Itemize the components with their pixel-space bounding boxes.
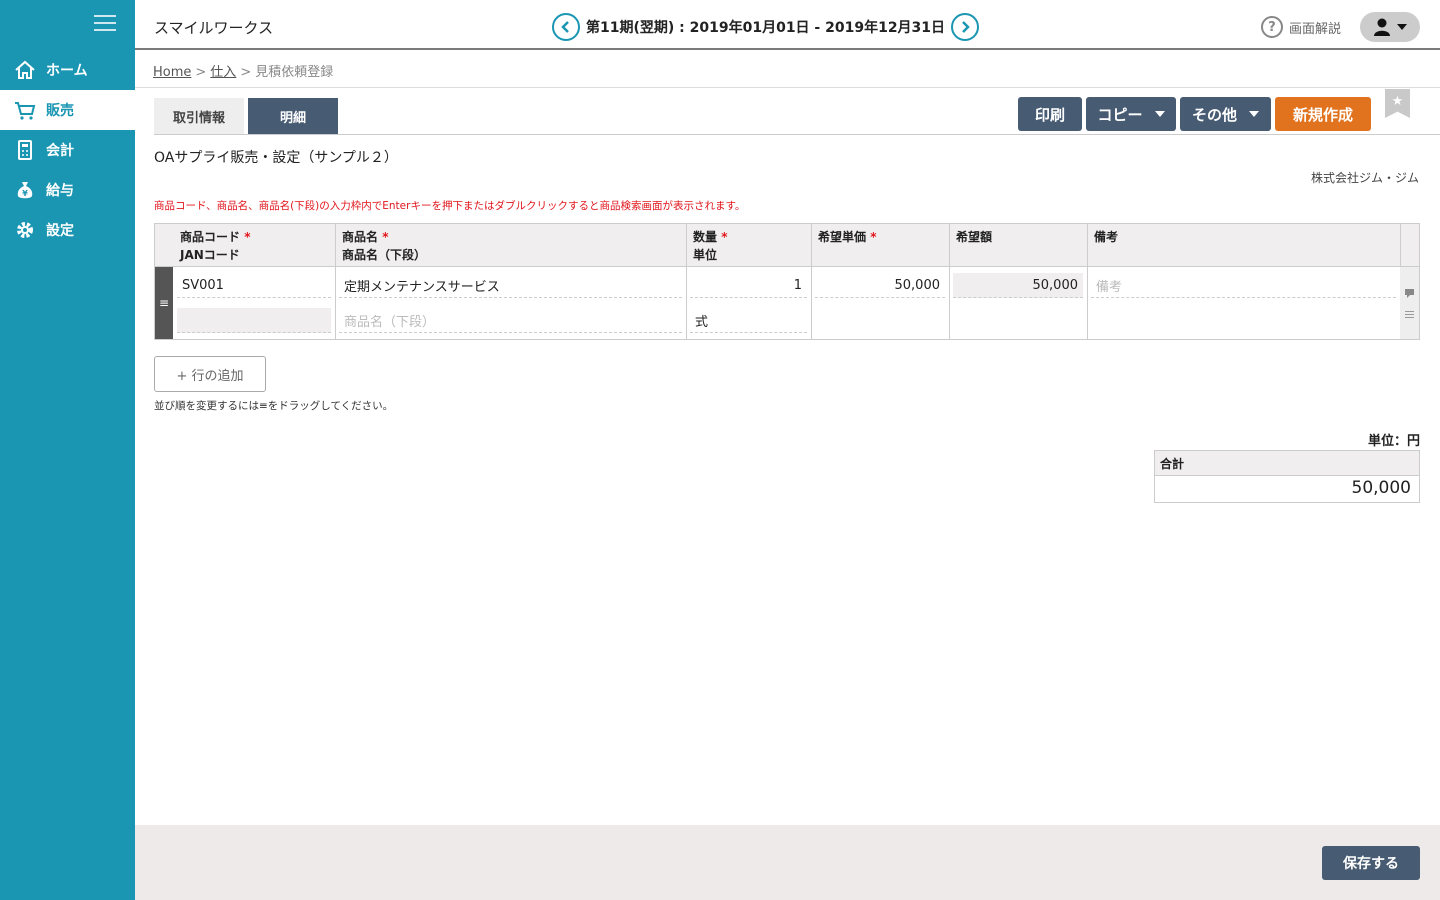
period-selector: 第11期(翌期) : 2019年01月01日 - 2019年12月31日: [552, 13, 980, 41]
gear-icon: [14, 219, 36, 241]
tab-transaction-info[interactable]: 取引情報: [154, 98, 244, 134]
comment-icon[interactable]: [1405, 289, 1414, 298]
tab-detail[interactable]: 明細: [248, 98, 338, 134]
header-unit-price: 希望単価 *: [818, 230, 877, 244]
caret-down-icon: [1154, 111, 1165, 117]
sidebar-item-settings[interactable]: 設定: [0, 210, 135, 250]
drag-note: 並び順を変更するには≡をドラッグしてください。: [154, 400, 394, 412]
copy-button[interactable]: コピー: [1086, 97, 1176, 131]
chevron-left-icon: [561, 21, 569, 33]
breadcrumb-current: 見積依頼登録: [255, 65, 334, 80]
caret-down-icon: [1397, 24, 1407, 30]
print-button[interactable]: 印刷: [1018, 97, 1082, 131]
money-bag-icon: ¥: [14, 179, 36, 201]
other-button[interactable]: その他: [1180, 97, 1271, 131]
amount-value: 50,000: [953, 273, 1083, 298]
header-memo: 備考: [1094, 230, 1119, 244]
cart-icon: [14, 99, 36, 121]
new-create-button[interactable]: 新規作成: [1275, 97, 1371, 131]
breadcrumb-home-link[interactable]: Home: [153, 65, 191, 80]
divider: [135, 87, 1440, 88]
app-title: スマイルワークス: [154, 19, 274, 37]
sidebar-item-accounting[interactable]: 会計: [0, 130, 135, 170]
divider: [154, 134, 1440, 135]
breadcrumb: Home > 仕入 > 見積依頼登録: [153, 65, 334, 80]
home-icon: [14, 59, 36, 81]
calculator-icon: [14, 139, 36, 161]
header-amount: 希望額: [956, 230, 993, 244]
product-code-input[interactable]: SV001: [177, 273, 331, 298]
memo-input[interactable]: 備考: [1091, 273, 1396, 298]
add-row-button[interactable]: + 行の追加: [154, 356, 266, 392]
save-button[interactable]: 保存する: [1322, 846, 1420, 880]
chevron-right-icon: [962, 21, 970, 33]
unit-input[interactable]: 式: [690, 308, 807, 333]
jan-code-input[interactable]: [177, 308, 331, 333]
product-name-sub-input[interactable]: 商品名（下段）: [339, 308, 682, 333]
breadcrumb-section-link[interactable]: 仕入: [210, 65, 236, 80]
sidebar-item-label: 給与: [46, 183, 74, 199]
sidebar-item-label: 設定: [46, 223, 74, 239]
bookmark-star-icon[interactable]: ★: [1385, 89, 1410, 118]
hamburger-menu-icon[interactable]: [94, 15, 116, 33]
total-label: 合計: [1155, 451, 1419, 476]
total-value: 50,000: [1351, 478, 1411, 498]
help-label: 画面解説: [1289, 21, 1342, 37]
company-name: 株式会社ジム・ジム: [1310, 171, 1419, 185]
header-qty: 数量 * 単位: [693, 230, 728, 262]
product-name-input[interactable]: 定期メンテナンスサービス: [339, 273, 682, 298]
sidebar: ホーム 販売 会計 ¥ 給与 設定: [0, 0, 135, 900]
user-menu-button[interactable]: [1360, 12, 1420, 42]
sidebar-item-payroll[interactable]: ¥ 給与: [0, 170, 135, 210]
sidebar-item-label: 販売: [46, 103, 74, 119]
unit-price-input[interactable]: 50,000: [815, 273, 945, 298]
header: スマイルワークス 第11期(翌期) : 2019年01月01日 - 2019年1…: [135, 0, 1440, 50]
help-link[interactable]: ? 画面解説: [1261, 16, 1341, 38]
sidebar-item-sales[interactable]: 販売: [0, 90, 135, 130]
sidebar-item-label: ホーム: [46, 63, 88, 79]
menu-lines-icon[interactable]: [1405, 311, 1414, 318]
document-title: OAサプライ販売・設定（サンプル２）: [154, 150, 398, 166]
prev-period-button[interactable]: [552, 13, 580, 41]
caret-down-icon: [1249, 111, 1259, 117]
quantity-input[interactable]: 1: [690, 273, 807, 298]
user-icon: [1374, 18, 1390, 36]
drag-handle-icon[interactable]: ≡: [155, 267, 173, 339]
next-period-button[interactable]: [951, 13, 980, 41]
row-actions: [1400, 267, 1419, 339]
unit-label: 単位：円: [1367, 434, 1420, 449]
sidebar-item-home[interactable]: ホーム: [0, 50, 135, 90]
svg-text:¥: ¥: [22, 189, 28, 198]
header-name: 商品名 * 商品名（下段）: [342, 230, 427, 262]
footer-bar: [135, 825, 1440, 900]
period-label: 第11期(翌期) : 2019年01月01日 - 2019年12月31日: [586, 20, 946, 36]
header-code: 商品コード * JANコード: [180, 230, 251, 262]
total-box: 合計 50,000: [1154, 450, 1420, 503]
detail-table: 商品コード * JANコード 商品名 * 商品名（下段） 数量 * 単位 希望単…: [154, 223, 1420, 340]
question-icon: ?: [1261, 16, 1283, 38]
search-notice: 商品コード、商品名、商品名(下段)の入力枠内でEnterキーを押下またはダブルク…: [154, 200, 746, 212]
sidebar-item-label: 会計: [46, 143, 74, 159]
